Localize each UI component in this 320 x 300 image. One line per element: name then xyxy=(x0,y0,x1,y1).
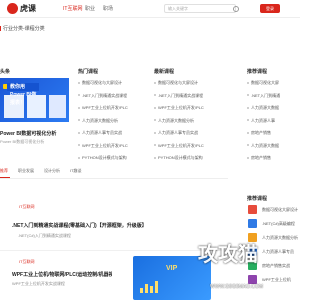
bullet-icon xyxy=(247,119,249,122)
bullet-icon xyxy=(247,81,249,84)
list-item[interactable]: WPF工业上位机开发/PLC xyxy=(154,140,220,153)
bullet-icon xyxy=(154,131,156,134)
breadcrumb: 行业分类-课程分类 xyxy=(0,26,45,32)
bullet-icon xyxy=(78,106,80,109)
list-item[interactable]: PYTHON设计模式与架构 xyxy=(154,152,220,165)
bullet-icon xyxy=(154,81,156,84)
chart-bars-icon xyxy=(140,279,164,293)
list-item[interactable]: .NET(C#)高级编程 xyxy=(259,219,307,233)
section-title-recommended: 推荐课程 xyxy=(247,69,268,75)
bullet-icon xyxy=(154,119,156,122)
banner-preview-card xyxy=(27,95,46,118)
list-item[interactable]: .NET入门到精通实战课程 xyxy=(78,90,144,103)
logo-icon[interactable] xyxy=(7,3,18,14)
list-item[interactable]: PYTHON设计模式与架构 xyxy=(78,152,144,165)
list-item[interactable]: 人力资源大数据分析 xyxy=(154,115,220,128)
article-description: .NET(C#)入门到精通实战课程 xyxy=(18,233,71,238)
bullet-icon xyxy=(78,144,80,147)
article-title[interactable]: .NET入门到精通实战课程(零基础入门)【开源框架，升级版】 xyxy=(12,222,147,229)
bullet-icon xyxy=(78,94,80,97)
list-item[interactable]: 人力资源大数据分析 xyxy=(259,233,307,247)
tab-design[interactable]: 设计分析 xyxy=(44,168,60,174)
course-thumbnail[interactable] xyxy=(248,205,257,214)
bullet-icon xyxy=(78,156,80,159)
list-item[interactable]: WPF工业上位机开发/PLC xyxy=(78,102,144,115)
article-description: WPF工业上位机开发实战课程 xyxy=(12,281,65,286)
list-item[interactable]: WPF工业上位机 xyxy=(259,275,307,289)
list-item[interactable]: 人力资源人事专员实战 xyxy=(78,127,144,140)
list-item[interactable]: 人力资源人事专员实战 xyxy=(154,127,220,140)
article-category-tag[interactable]: IT互联网 xyxy=(19,259,35,265)
watermark-logo: 攻攻猫 xyxy=(198,244,258,266)
nav-item-career[interactable]: 职业 xyxy=(85,5,95,12)
logo-text[interactable]: 虎课 xyxy=(20,3,36,14)
watermark-url: WWW.G0G0MAO.COM xyxy=(210,284,264,290)
article-tabs: 推荐 职业发展 设计分析 IT趣谈 xyxy=(0,166,228,179)
bullet-icon xyxy=(247,131,249,134)
bullet-icon xyxy=(78,131,80,134)
list-item[interactable]: 数据可视化与大屏设计 xyxy=(154,77,220,90)
divider xyxy=(0,250,228,251)
top-navbar: 虎课 IT互联网 职业 职场 输入关键字 登录 xyxy=(0,0,300,18)
tab-recommend[interactable]: 推荐 xyxy=(0,168,8,174)
list-item[interactable]: WPF工业上位机开发/PLC xyxy=(78,140,144,153)
bullet-icon xyxy=(247,156,249,159)
list-item[interactable]: 人力资源人事专员 xyxy=(259,247,307,261)
bullet-icon xyxy=(247,94,249,97)
list-item[interactable]: 数据可视化大屏 xyxy=(247,77,300,90)
list-item[interactable]: .NET入门到精通 xyxy=(247,90,300,103)
section-title-new: 最新课程 xyxy=(154,69,175,75)
list-item[interactable]: WPF工业上位机开发/PLC xyxy=(154,102,220,115)
search-input[interactable]: 输入关键字 xyxy=(164,4,236,13)
list-item[interactable]: 人力资源大数据分析 xyxy=(78,115,144,128)
active-tab-indicator xyxy=(0,177,10,178)
bullet-icon xyxy=(247,106,249,109)
bullet-icon xyxy=(154,156,156,159)
vip-label-icon: VIP xyxy=(166,265,178,272)
nav-item-it[interactable]: IT互联网 xyxy=(63,5,82,12)
featured-course-subtitle: Power BI数据可视化分析 xyxy=(0,139,45,144)
login-button[interactable]: 登录 xyxy=(260,4,280,13)
list-item[interactable]: 数据可视化大屏设计 xyxy=(259,205,307,219)
tab-career[interactable]: 职业发展 xyxy=(18,168,34,174)
list-item[interactable]: 房地产销售实战 xyxy=(259,261,307,275)
list-item[interactable]: 房地产销售 xyxy=(247,152,300,165)
course-thumbnail[interactable] xyxy=(248,219,257,228)
recommended-course-list: 数据可视化大屏 .NET入门到精通 人力资源大数据 人力资源人事 房地产销售 人… xyxy=(247,77,300,165)
new-course-list: 数据可视化与大屏设计 .NET入门到精通实战课程 WPF工业上位机开发/PLC … xyxy=(154,77,220,165)
list-item[interactable]: 人力资源大数据 xyxy=(247,102,300,115)
bullet-icon xyxy=(154,106,156,109)
bullet-icon xyxy=(78,81,80,84)
bullet-icon xyxy=(154,144,156,147)
list-item[interactable]: .NET入门到精通实战课程 xyxy=(154,90,220,103)
banner-preview-card xyxy=(49,95,66,118)
article-title[interactable]: WPF工业上位机/物联网/PLC/运动控制/机器视觉/工业控制/项目 xyxy=(12,271,112,278)
bullet-icon xyxy=(154,94,156,97)
list-item[interactable]: 人力资源大数据 xyxy=(247,140,300,153)
featured-course-title[interactable]: Power BI数据可视化分析 xyxy=(0,130,69,137)
featured-banner[interactable]: 教你用Power BI做报表！ xyxy=(0,78,69,122)
bullet-icon xyxy=(247,144,249,147)
nav-item-workplace[interactable]: 职场 xyxy=(103,5,113,12)
sidebar-recommended-list: 数据可视化大屏设计 .NET(C#)高级编程 人力资源大数据分析 人力资源人事专… xyxy=(259,205,307,289)
section-title-headline: 头条 xyxy=(0,69,11,75)
banner-preview-card xyxy=(4,95,24,118)
bullet-icon xyxy=(78,119,80,122)
list-item[interactable]: 房地产销售 xyxy=(247,127,300,140)
search-icon[interactable] xyxy=(233,6,239,12)
list-item[interactable]: 人力资源人事 xyxy=(247,115,300,128)
course-thumbnail[interactable] xyxy=(248,275,257,284)
tab-it[interactable]: IT趣谈 xyxy=(70,168,82,174)
hot-course-list: 数据可视化与大屏设计 .NET入门到精通实战课程 WPF工业上位机开发/PLC … xyxy=(78,77,144,165)
article-category-tag[interactable]: IT互联网 xyxy=(19,204,35,210)
banner-tag: 教你用Power BI做报表！ xyxy=(7,83,39,106)
sidebar-recommended-title: 推荐课程 xyxy=(247,196,268,202)
list-item[interactable]: 数据可视化与大屏设计 xyxy=(78,77,144,90)
section-title-hot: 热门课程 xyxy=(78,69,99,75)
